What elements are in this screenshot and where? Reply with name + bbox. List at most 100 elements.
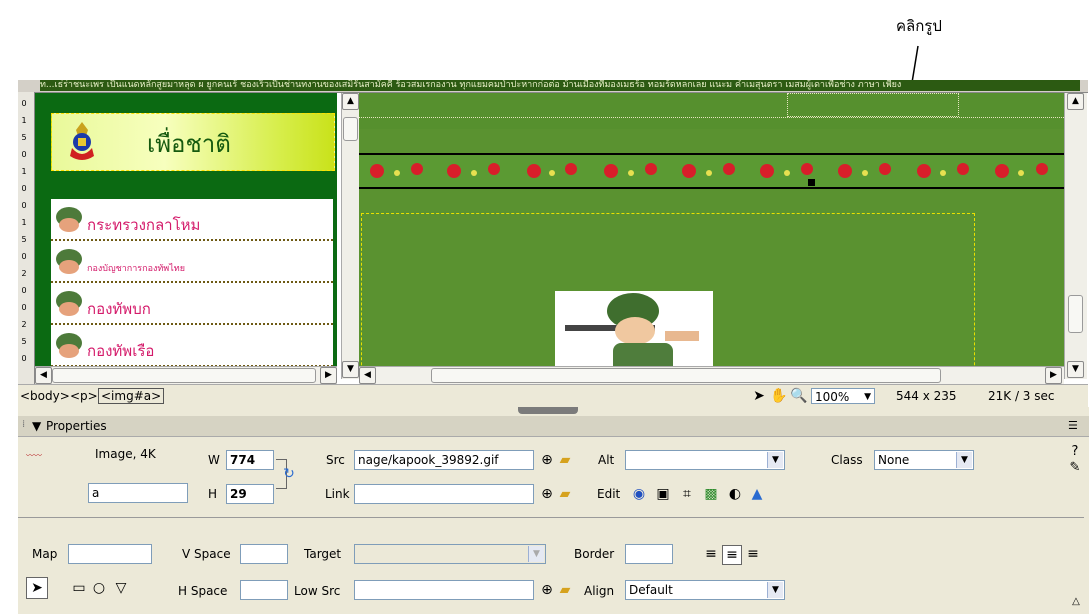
properties-panel: ⁞ ▼ Properties ☰ 〰〰 Image, 4K a W 774 H … (18, 407, 1089, 614)
panel-menu-icon[interactable]: ☰ (1068, 419, 1078, 432)
map-label: Map (32, 547, 58, 561)
target-select[interactable]: ▼ (354, 544, 546, 564)
alt-label: Alt (598, 453, 615, 467)
vspace-field[interactable] (240, 544, 288, 564)
scroll-down-button[interactable]: ▼ (342, 361, 359, 378)
menu-item-label: กองบัญชาการกองทัพไทย (87, 264, 185, 274)
scroll-right-button[interactable]: ▶ (320, 367, 337, 384)
scroll-up-button[interactable]: ▲ (1067, 93, 1084, 110)
point-to-file-icon[interactable]: ⊕ (538, 485, 556, 503)
properties-separator (18, 517, 1084, 518)
src-field[interactable]: nage/kapook_39892.gif (354, 450, 534, 470)
hand-tool-icon[interactable]: ✋ (770, 387, 788, 405)
top-strip (359, 93, 1064, 129)
left-frame-scrollbar[interactable]: ▲ ▼ (341, 93, 359, 379)
ruler-number: 2 (21, 269, 27, 278)
left-hscrollbar[interactable]: ◀ ▶ (35, 366, 337, 384)
scroll-left-button[interactable]: ◀ (359, 367, 376, 384)
expand-panel-icon[interactable]: △ (1067, 593, 1085, 611)
pointer-tool-icon[interactable]: ➤ (750, 387, 768, 405)
align-right-icon[interactable]: ≡ (744, 545, 762, 563)
chevron-down-icon[interactable]: ▼ (956, 452, 972, 468)
tag-body[interactable]: <body> (20, 389, 70, 403)
quick-tag-editor-icon[interactable]: ✎ (1066, 459, 1084, 477)
brightness-contrast-icon[interactable]: ◐ (726, 485, 744, 503)
src-label: Src (326, 453, 345, 467)
polygon-hotspot-icon[interactable]: ▽ (110, 577, 132, 599)
ruler-number: 0 (21, 252, 27, 261)
flower-image[interactable] (359, 153, 1064, 189)
ruler-number: 0 (21, 354, 27, 363)
ruler-number: 5 (21, 337, 27, 346)
window-size[interactable]: 544 x 235 (896, 389, 957, 403)
fireworks-edit-icon[interactable]: ◉ (630, 485, 648, 503)
sharpen-icon[interactable]: ▲ (748, 485, 766, 503)
properties-header[interactable]: ⁞ ▼ Properties ☰ (18, 416, 1089, 437)
tag-img[interactable]: <img#a> (98, 388, 165, 404)
scroll-thumb[interactable] (52, 368, 316, 383)
link-field[interactable] (354, 484, 534, 504)
left-frame: เพื่อชาติ กระทรวงกลาโหม กองบัญชาการกองทั… (35, 93, 337, 378)
resample-icon[interactable]: ▩ (702, 485, 720, 503)
hspace-field[interactable] (240, 580, 288, 600)
status-bar: <body> <p> <img#a> ➤ ✋ 🔍 100% ▼ 544 x 235… (18, 384, 1088, 408)
right-frame-scrollbar[interactable]: ▲ ▼ (1064, 93, 1087, 379)
scroll-thumb[interactable] (431, 368, 941, 383)
scroll-right-button[interactable]: ▶ (1045, 367, 1062, 384)
browse-folder-icon[interactable]: ▰ (556, 581, 574, 599)
soldier-head-icon (56, 291, 82, 316)
right-hscrollbar[interactable]: ◀ ▶ (359, 366, 1064, 384)
scroll-down-button[interactable]: ▼ (1067, 361, 1084, 378)
height-field[interactable]: 29 (226, 484, 274, 504)
tag-p[interactable]: <p> (70, 389, 98, 403)
align-left-icon[interactable]: ≡ (702, 545, 720, 563)
point-to-file-icon[interactable]: ⊕ (538, 581, 556, 599)
banner-title: เพื่อชาติ (147, 130, 231, 158)
image-type-label: Image, 4K (95, 447, 156, 461)
ruler-left: 0 1 5 0 1 0 0 1 5 0 2 0 0 2 5 0 (18, 92, 35, 386)
zoom-tool-icon[interactable]: 🔍 (790, 387, 808, 405)
align-select[interactable]: Default ▼ (625, 580, 785, 600)
pointer-hotspot-icon[interactable]: ➤ (26, 577, 48, 599)
scroll-thumb[interactable] (1068, 295, 1083, 333)
menu-item-army[interactable]: กองทัพบก (51, 283, 333, 325)
map-field[interactable] (68, 544, 152, 564)
menu-item-supreme-command[interactable]: กองบัญชาการกองทัพไทย (51, 241, 333, 283)
border-field[interactable] (625, 544, 673, 564)
resize-handle[interactable] (808, 179, 815, 186)
menu-item-navy[interactable]: กองทัพเรือ (51, 325, 333, 367)
circle-hotspot-icon[interactable]: ○ (88, 577, 110, 599)
align-value: Default (629, 583, 673, 597)
menu-item-defense[interactable]: กระทรวงกลาโหม (51, 199, 333, 241)
menu-item-label: กระทรวงกลาโหม (87, 216, 201, 234)
class-value: None (878, 453, 910, 467)
top-text-strip: ท...เธ่ร่าชนะเพร เป็นแนดหลักสูยมาหลุด ผ … (40, 80, 1080, 91)
point-to-file-icon[interactable]: ⊕ (538, 451, 556, 469)
class-select[interactable]: None ▼ (874, 450, 974, 470)
align-center-icon[interactable]: ≡ (722, 545, 742, 565)
chevron-down-icon[interactable]: ▼ (767, 582, 783, 598)
scroll-thumb[interactable] (343, 117, 358, 141)
rectangle-hotspot-icon[interactable]: ▭ (68, 577, 90, 599)
scroll-up-button[interactable]: ▲ (342, 93, 359, 110)
side-menu: กระทรวงกลาโหม กองบัญชาการกองทัพไทย กองทั… (51, 199, 333, 378)
alt-field[interactable]: ▼ (625, 450, 785, 470)
edit-label: Edit (597, 487, 621, 501)
crop-icon[interactable]: ⌗ (678, 485, 696, 503)
lowsrc-field[interactable] (354, 580, 534, 600)
browse-folder-icon[interactable]: ▰ (556, 451, 574, 469)
reset-size-icon[interactable]: ↻ (280, 465, 298, 483)
browse-folder-icon[interactable]: ▰ (556, 485, 574, 503)
panel-collapse-handle[interactable] (518, 407, 578, 414)
zoom-value: 100% (815, 390, 850, 404)
image-name-field[interactable]: a (88, 483, 188, 503)
width-field[interactable]: 774 (226, 450, 274, 470)
right-frame (359, 93, 1064, 379)
emblem-icon (70, 122, 94, 160)
chevron-down-icon[interactable]: ▼ (767, 452, 783, 468)
ruler-number: 0 (21, 201, 27, 210)
zoom-select[interactable]: 100% ▼ (811, 388, 875, 404)
align-label: Align (584, 584, 615, 598)
optimize-icon[interactable]: ▣ (654, 485, 672, 503)
scroll-left-button[interactable]: ◀ (35, 367, 52, 384)
